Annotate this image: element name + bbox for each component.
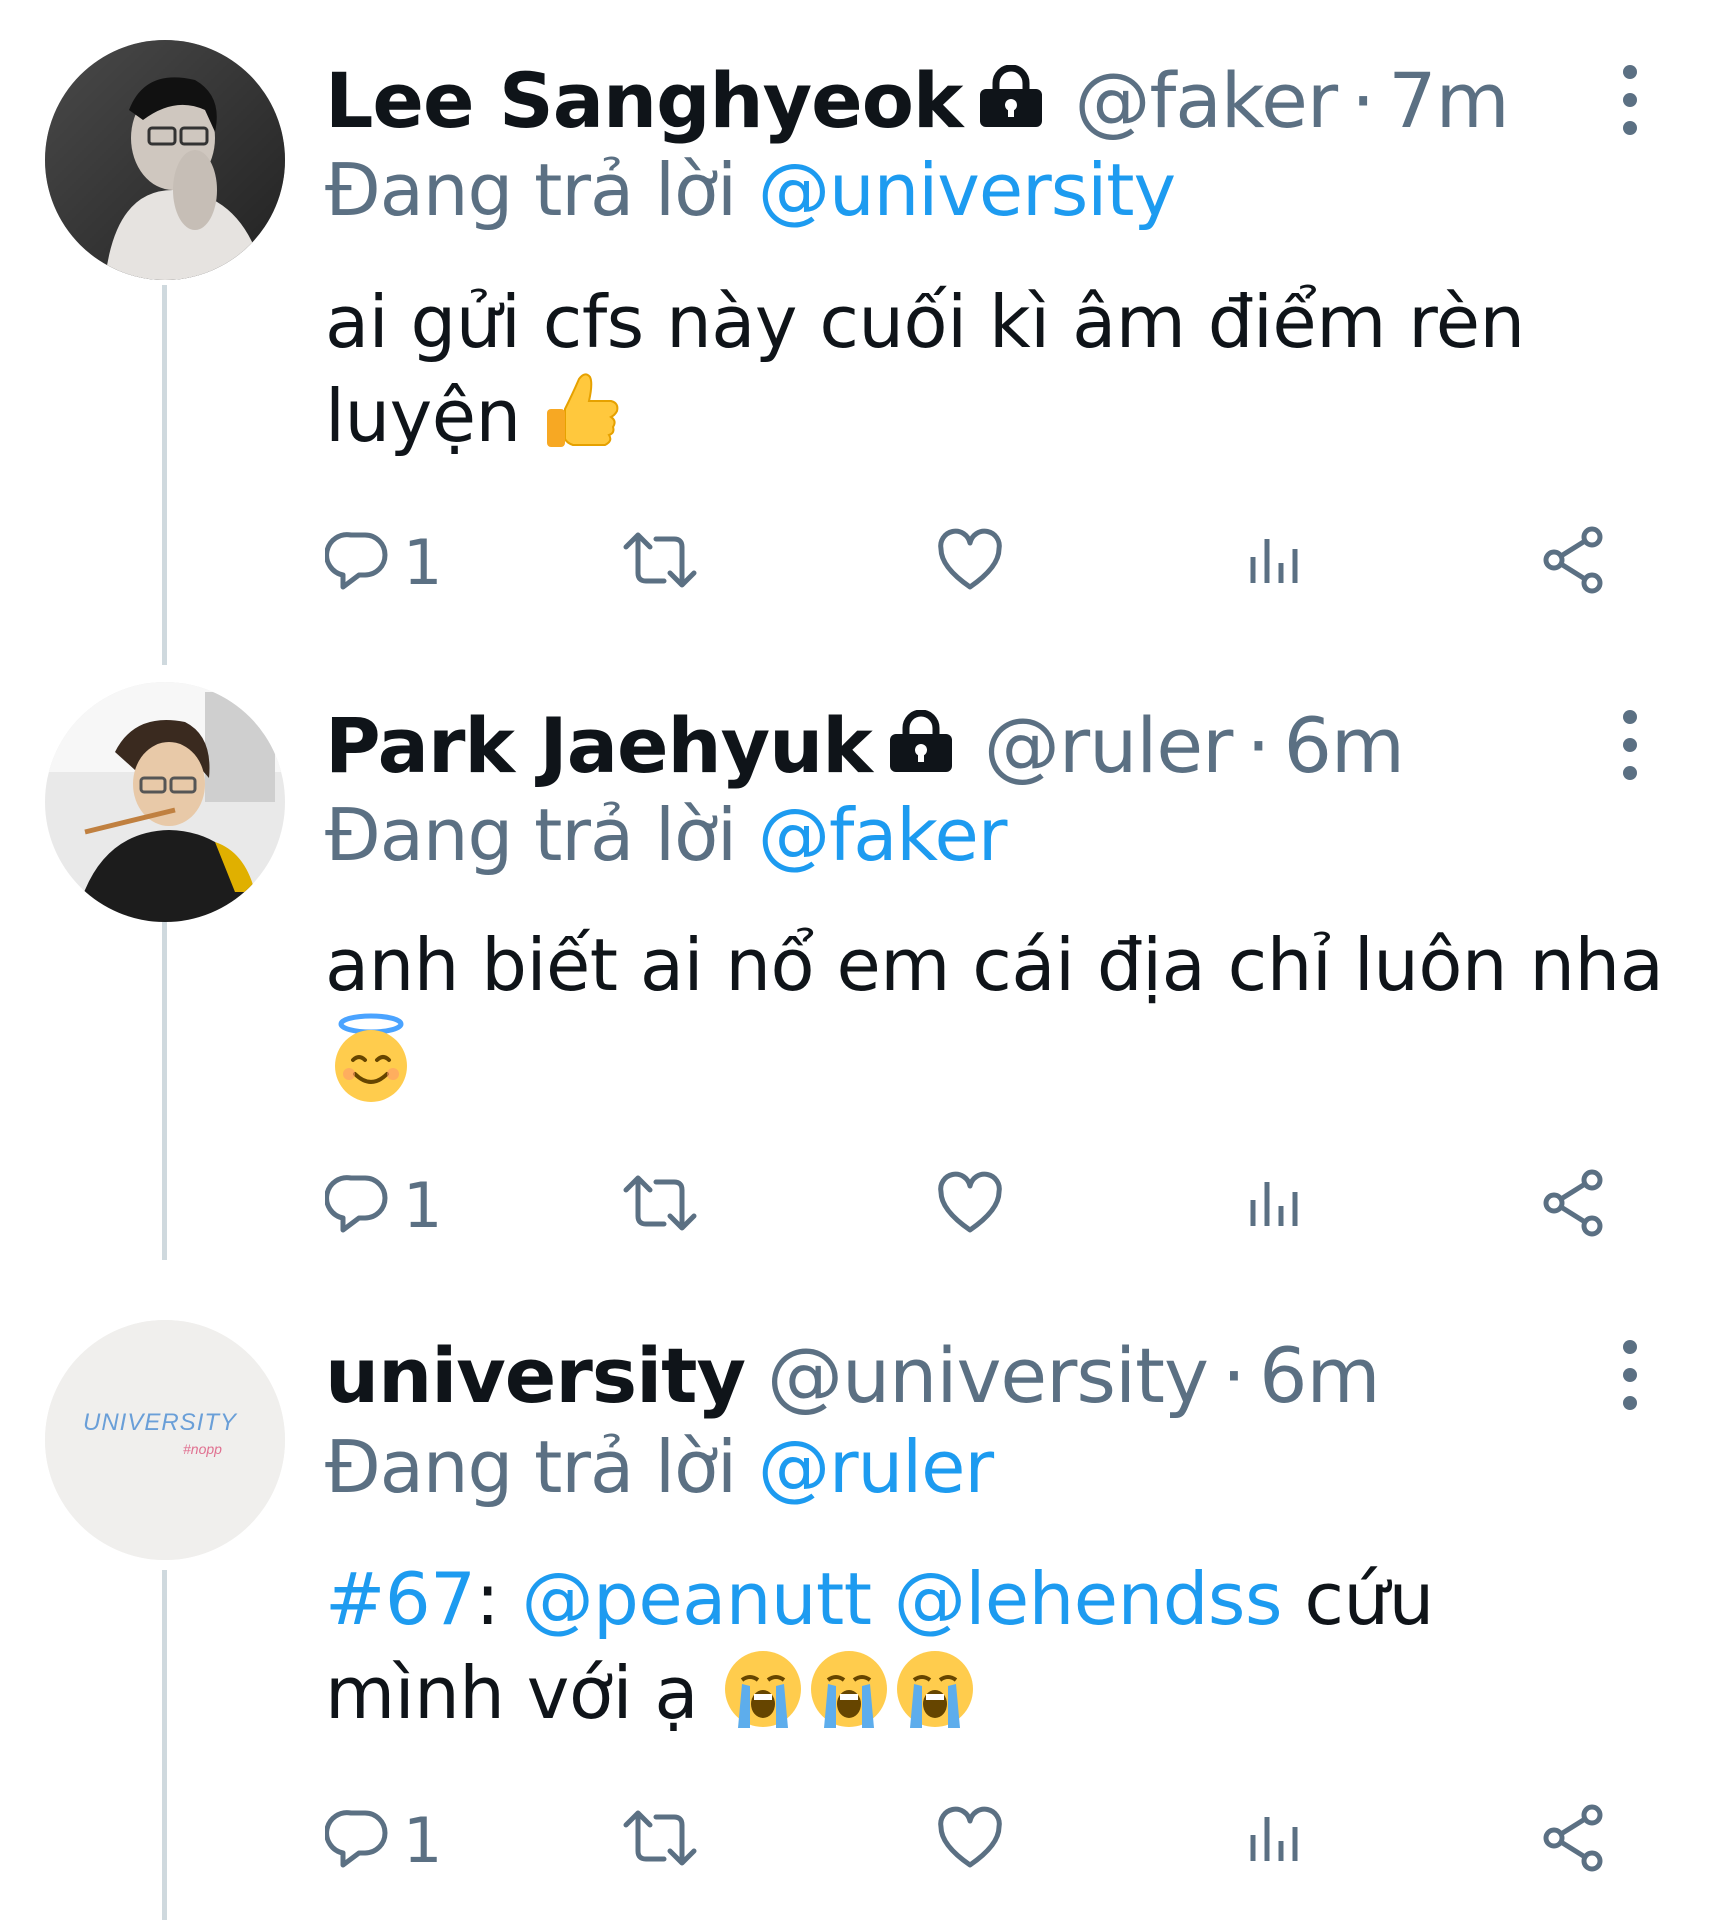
separator: · (1351, 55, 1375, 145)
tweet-actions: 1 (324, 1800, 1645, 1880)
timestamp[interactable]: 6m (1259, 1331, 1380, 1420)
tweet-text-rest: cứu (1304, 1557, 1434, 1641)
tweet-actions: 1 (324, 522, 1645, 602)
tweet-header: university @university · 6m (325, 1330, 1380, 1420)
handle[interactable]: @faker (1074, 56, 1338, 145)
tweet-header: Park Jaehyuk @ruler · 6m (325, 700, 1405, 790)
tweet-text: ai gửi cfs này cuối kì âm điểm rèn luyện (325, 275, 1685, 477)
tweet-text-line-1: #67: @peanutt @lehendss cứu (325, 1552, 1685, 1646)
share-button[interactable] (1540, 522, 1610, 602)
more-options-icon[interactable] (1610, 55, 1650, 145)
reply-icon (324, 1805, 391, 1875)
replying-to: Đang trả lời @ruler (325, 1425, 994, 1509)
analytics-icon (1245, 1805, 1305, 1875)
display-name[interactable]: Park Jaehyuk (325, 701, 873, 790)
avatar-logo-subtext: #nopp (183, 1441, 222, 1457)
tweet-3[interactable]: UNIVERSITY #nopp university @university … (0, 1300, 1730, 1920)
tweet-text-content: ai gửi cfs này cuối kì âm điểm rèn luyện (325, 280, 1525, 458)
more-options-icon[interactable] (1610, 1330, 1650, 1420)
retweet-icon (620, 1805, 700, 1875)
like-button[interactable] (935, 522, 1005, 602)
tweet-actions: 1 (324, 1165, 1645, 1245)
tweet-2[interactable]: Park Jaehyuk @ruler · 6m Đang trả lời @f… (0, 660, 1730, 1300)
retweet-button[interactable] (620, 522, 700, 602)
avatar[interactable]: UNIVERSITY #nopp (45, 1320, 285, 1560)
share-icon (1540, 1803, 1610, 1877)
smiling-face-with-halo-emoji-icon (325, 1012, 417, 1126)
separator: · (1246, 700, 1270, 790)
retweet-icon (620, 1170, 700, 1240)
heart-icon (935, 1805, 1005, 1875)
tweet-text-line2-content: mình với ạ (325, 1651, 698, 1735)
share-button[interactable] (1540, 1800, 1610, 1880)
avatar-logo-text: UNIVERSITY (83, 1409, 238, 1436)
heart-icon (935, 527, 1005, 597)
reply-prefix: Đang trả lời (325, 148, 737, 232)
tweet-header: Lee Sanghyeok @faker · 7m (325, 55, 1510, 145)
thread-line (162, 1570, 167, 1920)
retweet-button[interactable] (620, 1800, 700, 1880)
share-button[interactable] (1540, 1165, 1610, 1245)
reply-to-mention[interactable]: @university (758, 148, 1176, 232)
reply-count: 1 (403, 1803, 443, 1877)
display-name[interactable]: university (325, 1331, 746, 1420)
analytics-button[interactable] (1245, 1800, 1305, 1880)
analytics-icon (1245, 1170, 1305, 1240)
reply-icon (324, 1170, 391, 1240)
analytics-button[interactable] (1245, 1165, 1305, 1245)
like-button[interactable] (935, 1800, 1005, 1880)
replying-to: Đang trả lời @university (325, 148, 1176, 232)
analytics-button[interactable] (1245, 522, 1305, 602)
reply-count: 1 (403, 1168, 443, 1242)
share-icon (1540, 1168, 1610, 1242)
reply-to-mention[interactable]: @faker (758, 793, 1007, 877)
retweet-icon (620, 527, 700, 597)
timestamp[interactable]: 7m (1388, 56, 1509, 145)
separator: · (1221, 1330, 1246, 1420)
analytics-icon (1245, 527, 1305, 597)
display-name[interactable]: Lee Sanghyeok (325, 56, 963, 145)
reply-icon (324, 527, 391, 597)
heart-icon (935, 1170, 1005, 1240)
loudly-crying-face-emoji-icon (892, 1646, 978, 1754)
tweet-text: anh biết ai nổ em cái địa chỉ luôn nha (325, 918, 1685, 1126)
avatar[interactable] (45, 40, 285, 280)
like-button[interactable] (935, 1165, 1005, 1245)
reply-button[interactable]: 1 (324, 1165, 443, 1245)
thumbs-up-emoji-icon (543, 371, 621, 477)
reply-prefix: Đang trả lời (325, 1425, 737, 1509)
tweet-1[interactable]: Lee Sanghyeok @faker · 7m Đang trả lời @… (0, 0, 1730, 665)
loudly-crying-face-emoji-icon (806, 1646, 892, 1754)
mention-link-2[interactable]: @lehendss (894, 1557, 1283, 1641)
thread-line (162, 285, 167, 665)
reply-count: 1 (403, 525, 443, 599)
reply-button[interactable]: 1 (324, 1800, 443, 1880)
lock-icon (886, 701, 956, 790)
retweet-button[interactable] (620, 1165, 700, 1245)
timestamp[interactable]: 6m (1284, 701, 1405, 790)
thread-line (162, 920, 167, 1260)
colon: : (475, 1557, 500, 1641)
replying-to: Đang trả lời @faker (325, 793, 1007, 877)
tweet-text: #67: @peanutt @lehendss cứu mình với ạ (325, 1552, 1685, 1754)
more-options-icon[interactable] (1610, 700, 1650, 790)
hashtag-link[interactable]: #67 (325, 1557, 476, 1641)
avatar[interactable] (45, 682, 285, 922)
reply-to-mention[interactable]: @ruler (758, 1425, 994, 1509)
loudly-crying-face-emoji-icon (720, 1646, 806, 1754)
share-icon (1540, 525, 1610, 599)
reply-prefix: Đang trả lời (325, 793, 737, 877)
handle[interactable]: @ruler (984, 701, 1234, 790)
tweet-text-line-2: mình với ạ (325, 1646, 1685, 1754)
handle[interactable]: @university (767, 1331, 1209, 1420)
mention-link-1[interactable]: @peanutt (522, 1557, 872, 1641)
lock-icon (976, 56, 1046, 145)
tweet-text-content: anh biết ai nổ em cái địa chỉ luôn nha (325, 923, 1664, 1007)
reply-button[interactable]: 1 (324, 522, 443, 602)
